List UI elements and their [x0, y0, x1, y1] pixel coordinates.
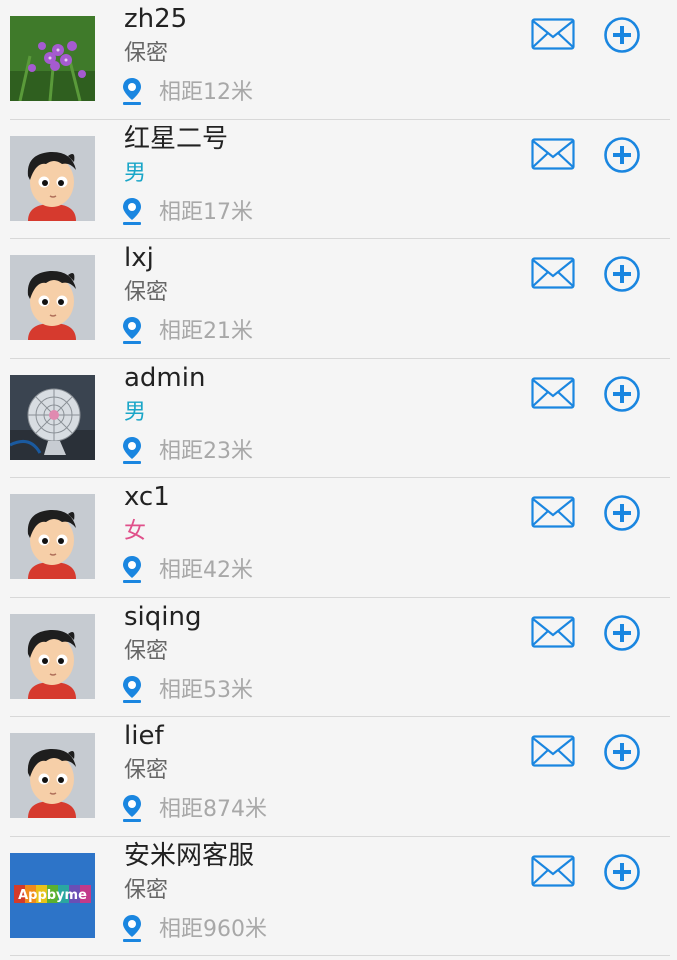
envelope-icon	[531, 854, 575, 887]
location-pin-icon	[123, 795, 141, 822]
envelope-icon	[531, 137, 575, 170]
location-pin-icon	[123, 556, 141, 583]
user-gender: 保密	[124, 877, 169, 903]
plus-circle-icon	[604, 256, 640, 292]
avatar[interactable]	[10, 255, 95, 340]
add-friend-button[interactable]	[603, 733, 641, 771]
row-divider	[10, 955, 670, 956]
send-message-button[interactable]	[531, 854, 575, 887]
envelope-icon	[531, 496, 575, 528]
user-distance: 相距23米	[159, 438, 253, 464]
send-message-button[interactable]	[531, 496, 575, 528]
user-distance: 相距874米	[159, 797, 267, 822]
user-name: 安米网客服	[124, 840, 255, 871]
envelope-icon	[531, 735, 575, 767]
send-message-button[interactable]	[531, 137, 575, 170]
envelope-icon	[531, 615, 575, 648]
avatar[interactable]	[10, 374, 95, 460]
avatar[interactable]	[10, 135, 95, 221]
location-pin-icon	[123, 317, 141, 344]
user-row[interactable]: siqing 保密 相距53米	[0, 598, 677, 717]
user-distance: 相距42米	[159, 558, 253, 583]
appbyme-logo-text: Appbyme	[18, 888, 87, 903]
user-row[interactable]: lxj 保密 相距21米	[0, 239, 677, 359]
envelope-icon	[531, 376, 575, 409]
send-message-button[interactable]	[531, 257, 575, 289]
location-pin-icon	[123, 436, 141, 464]
user-distance: 相距960米	[159, 916, 267, 942]
avatar[interactable]	[10, 16, 95, 101]
user-row[interactable]: admin 男 相距23米	[0, 359, 677, 478]
user-gender: 男	[124, 399, 147, 425]
user-gender: 保密	[124, 638, 169, 664]
user-row[interactable]: 红星二号 男 相距17米	[0, 120, 677, 239]
user-name: 红星二号	[124, 123, 229, 154]
send-message-button[interactable]	[531, 735, 575, 767]
user-name: lief	[124, 721, 164, 751]
add-friend-button[interactable]	[603, 16, 641, 54]
fan-photo-avatar	[10, 374, 95, 460]
appbyme-logo-avatar: Appbyme	[10, 852, 95, 938]
user-gender: 女	[124, 519, 147, 544]
user-row[interactable]: lief 保密 相距874米	[0, 717, 677, 837]
user-name: lxj	[124, 243, 154, 273]
user-gender: 保密	[124, 41, 169, 66]
avatar[interactable]	[10, 733, 95, 818]
user-name: zh25	[124, 4, 188, 34]
plus-circle-icon	[604, 614, 640, 651]
plus-circle-icon	[604, 375, 640, 412]
plus-circle-icon	[604, 495, 640, 531]
avatar[interactable]	[10, 494, 95, 579]
location-pin-icon	[123, 675, 141, 703]
plus-circle-icon	[604, 853, 640, 890]
user-row[interactable]: xc1 女 相距42米	[0, 478, 677, 598]
add-friend-button[interactable]	[603, 853, 641, 891]
user-name: xc1	[124, 482, 170, 512]
nearby-users-list: zh25 保密 相距12米 红星二号 男 相距17米 lxj 保密 相距21米 …	[0, 0, 677, 960]
user-name: admin	[124, 362, 206, 393]
user-distance: 相距21米	[159, 319, 253, 344]
user-distance: 相距17米	[159, 199, 253, 225]
send-message-button[interactable]	[531, 615, 575, 648]
envelope-icon	[531, 18, 575, 50]
location-pin-icon	[123, 78, 141, 105]
user-distance: 相距12米	[159, 80, 253, 105]
avatar[interactable]: Appbyme	[10, 852, 95, 938]
user-name: siqing	[124, 601, 202, 632]
location-pin-icon	[123, 914, 141, 942]
send-message-button[interactable]	[531, 376, 575, 409]
user-row[interactable]: zh25 保密 相距12米	[0, 0, 677, 120]
add-friend-button[interactable]	[603, 614, 641, 652]
avatar[interactable]	[10, 613, 95, 699]
cartoon-boy-avatar	[10, 733, 95, 818]
cartoon-boy-avatar	[10, 135, 95, 221]
user-row[interactable]: Appbyme 安米网客服 保密 相距960米	[0, 837, 677, 956]
user-gender: 保密	[124, 280, 169, 305]
send-message-button[interactable]	[531, 18, 575, 50]
user-gender: 保密	[124, 758, 169, 783]
flower-photo-avatar	[10, 16, 95, 101]
add-friend-button[interactable]	[603, 494, 641, 532]
plus-circle-icon	[604, 734, 640, 770]
add-friend-button[interactable]	[603, 136, 641, 174]
envelope-icon	[531, 257, 575, 289]
add-friend-button[interactable]	[603, 375, 641, 413]
user-gender: 男	[124, 160, 147, 186]
plus-circle-icon	[604, 136, 640, 173]
add-friend-button[interactable]	[603, 255, 641, 293]
location-pin-icon	[123, 197, 141, 225]
cartoon-boy-avatar	[10, 255, 95, 340]
user-distance: 相距53米	[159, 677, 253, 703]
plus-circle-icon	[604, 17, 640, 53]
cartoon-boy-avatar	[10, 494, 95, 579]
cartoon-boy-avatar	[10, 613, 95, 699]
